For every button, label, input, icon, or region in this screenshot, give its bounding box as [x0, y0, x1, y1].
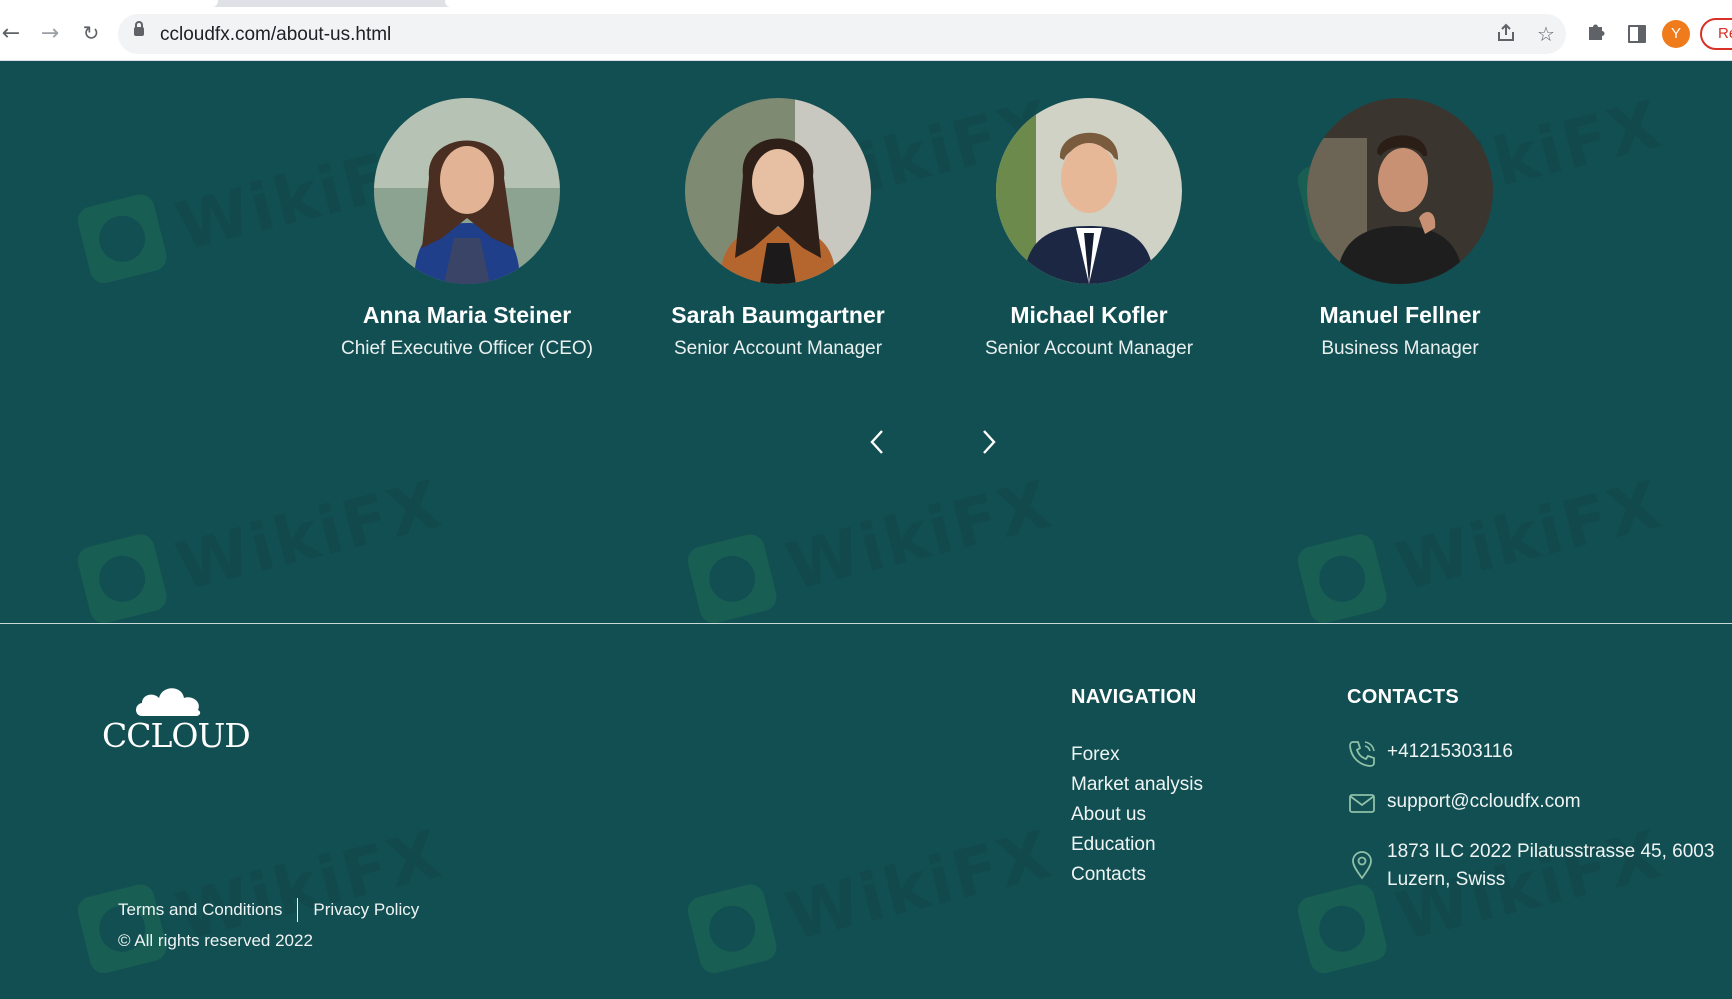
team-member-name: Sarah Baumgartner: [671, 302, 885, 328]
watermark: WikiFX: [71, 451, 450, 650]
team-member-photo: [996, 98, 1182, 284]
wikifx-logo-icon: [1294, 881, 1390, 977]
update-button[interactable]: Re: [1700, 18, 1732, 50]
navigation-heading: NAVIGATION: [1071, 686, 1197, 708]
address-bar[interactable]: ccloudfx.com/about-us.html ☆: [118, 14, 1566, 54]
chevron-right-icon: [983, 430, 996, 454]
wikifx-logo-icon: [74, 531, 170, 627]
browser-tab[interactable]: [0, 0, 218, 7]
tab-strip: [0, 0, 1732, 7]
contact-email[interactable]: support@ccloudfx.com: [1347, 788, 1581, 818]
reload-icon[interactable]: ↻: [76, 18, 106, 48]
footer-link-education[interactable]: Education: [1071, 833, 1203, 863]
watermark: WikiFX: [1291, 451, 1670, 650]
carousel-next-button[interactable]: [974, 425, 1004, 459]
browser-tab-active[interactable]: [445, 0, 1732, 7]
footer-navigation: Forex Market analysis About us Education…: [1071, 743, 1203, 893]
team-member-role: Senior Account Manager: [673, 338, 883, 359]
chevron-left-icon: [870, 430, 883, 454]
watermark-text: WikiFX: [1389, 465, 1670, 606]
team-member-role: Senior Account Manager: [984, 338, 1194, 359]
team-member-photo: [685, 98, 871, 284]
footer-link-forex[interactable]: Forex: [1071, 743, 1203, 773]
team-member-card: Michael Kofler Senior Account Manager: [939, 98, 1239, 360]
lock-icon[interactable]: [134, 21, 144, 36]
wikifx-logo-icon: [74, 191, 170, 287]
section-divider: [0, 623, 1732, 624]
carousel-prev-button[interactable]: [862, 425, 892, 459]
contact-address: 1873 ILC 2022 Pilatusstrasse 45, 6003 Lu…: [1347, 838, 1714, 894]
team-member-card: Sarah Baumgartner Senior Account Manager: [628, 98, 928, 360]
team-member-role: Business Manager: [1321, 338, 1479, 359]
url-text[interactable]: ccloudfx.com/about-us.html: [160, 24, 391, 46]
star-icon[interactable]: ☆: [1534, 22, 1558, 46]
terms-link[interactable]: Terms and Conditions: [118, 900, 282, 920]
team-member-card: Manuel Fellner Business Manager: [1250, 98, 1550, 360]
address-line-2: Luzern, Swiss: [1387, 869, 1506, 890]
contact-phone[interactable]: +41215303116: [1347, 738, 1513, 768]
puzzle-icon[interactable]: [1583, 20, 1609, 46]
team-member-name: Manuel Fellner: [1319, 302, 1481, 328]
logo-wordmark[interactable]: CCLOUD: [102, 716, 251, 755]
privacy-link[interactable]: Privacy Policy: [313, 900, 419, 920]
profile-avatar[interactable]: Y: [1662, 20, 1690, 48]
legal-links: Terms and Conditions Privacy Policy: [118, 898, 419, 922]
phone-number[interactable]: +41215303116: [1387, 738, 1513, 766]
watermark: WikiFX: [1291, 801, 1670, 999]
phone-icon: [1349, 741, 1375, 767]
watermark-text: WikiFX: [779, 465, 1060, 606]
footer-link-about-us[interactable]: About us: [1071, 803, 1203, 833]
wikifx-logo-icon: [684, 531, 780, 627]
footer-link-market-analysis[interactable]: Market analysis: [1071, 773, 1203, 803]
footer-link-contacts[interactable]: Contacts: [1071, 863, 1203, 893]
wikifx-logo-icon: [74, 881, 170, 977]
arrow-left-icon[interactable]: ←: [0, 18, 26, 48]
team-member-photo: [374, 98, 560, 284]
address-line-1: 1873 ILC 2022 Pilatusstrasse 45, 6003: [1387, 841, 1715, 862]
team-member-role: Chief Executive Officer (CEO): [340, 338, 593, 359]
watermark-text: WikiFX: [779, 815, 1060, 956]
team-member-name: Michael Kofler: [1010, 302, 1168, 328]
email-address[interactable]: support@ccloudfx.com: [1387, 788, 1581, 816]
copyright-text: © All rights reserved 2022: [118, 931, 313, 950]
wikifx-logo-icon: [684, 881, 780, 977]
mail-icon: [1349, 794, 1375, 813]
watermark-text: WikiFX: [169, 465, 450, 606]
browser-toolbar: ← → ↻ ccloudfx.com/about-us.html ☆ Y Re: [0, 0, 1732, 61]
share-icon[interactable]: [1494, 22, 1518, 46]
legal-separator: [297, 898, 299, 922]
arrow-right-icon[interactable]: →: [35, 18, 65, 48]
wikifx-logo-icon: [1294, 531, 1390, 627]
team-member-name: Anna Maria Steiner: [362, 302, 572, 328]
team-member-photo: [1307, 98, 1493, 284]
cloud-icon: [136, 688, 201, 716]
watermark: WikiFX: [681, 801, 1060, 999]
contacts-heading: CONTACTS: [1347, 686, 1460, 708]
side-panel-icon[interactable]: [1628, 25, 1646, 43]
team-member-card: Anna Maria Steiner Chief Executive Offic…: [317, 98, 617, 360]
watermark: WikiFX: [681, 451, 1060, 650]
location-pin-icon: [1352, 851, 1372, 880]
